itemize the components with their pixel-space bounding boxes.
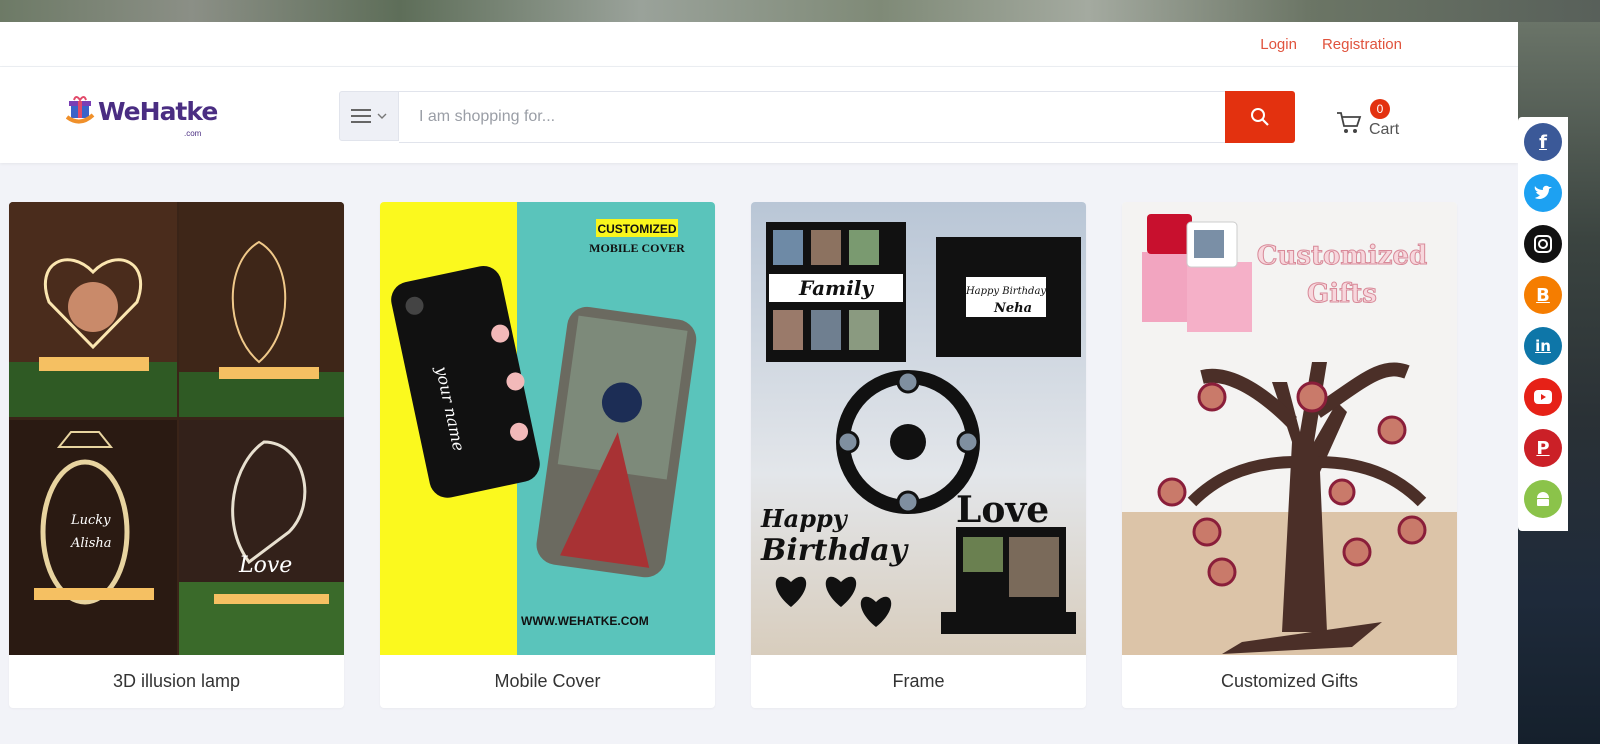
lamp-text-lucky: Lucky (70, 513, 111, 528)
youtube-icon[interactable] (1524, 378, 1562, 416)
logo[interactable]: WeHatke .com (66, 93, 218, 138)
login-link[interactable]: Login (1260, 36, 1297, 53)
instagram-glyph (1534, 235, 1552, 253)
brand-suffix: .com (184, 129, 202, 138)
category-label: Mobile Cover (494, 671, 601, 691)
registration-link[interactable]: Registration (1322, 36, 1402, 53)
social-sidebar: f B in P (1518, 117, 1568, 531)
category-card-frame[interactable]: Family Happy Birthday Neha Happy Birthda… (751, 202, 1086, 708)
category-label: 3D illusion lamp (112, 671, 241, 691)
category-label: Customized Gifts (1220, 671, 1359, 691)
youtube-play-glyph (1534, 390, 1552, 404)
frame-text-love: Love (956, 489, 1049, 531)
android-glyph (1537, 492, 1549, 506)
category-card-mobile-cover[interactable]: CUSTOMIZED MOBILE COVER your name WWW.WE… (380, 202, 715, 708)
customized-gifts-image: Customized Gifts (1122, 202, 1457, 655)
top-bar: Login Registration (0, 22, 1518, 67)
frame-text-birthday: Birthday (760, 533, 910, 568)
chevron-down-icon (377, 113, 387, 119)
background-strip-top (0, 0, 1600, 22)
brand-name: WeHatke (98, 96, 218, 126)
category-label: Frame (892, 671, 945, 691)
twitter-icon[interactable] (1524, 174, 1562, 212)
mobile-cover-image: CUSTOMIZED MOBILE COVER your name WWW.WE… (380, 202, 715, 655)
cart-icon (1337, 112, 1362, 133)
mobile-text-url: WWW.WEHATKE.COM (521, 614, 649, 628)
search-icon (1251, 108, 1269, 126)
frame-text-happy: Happy (760, 504, 849, 533)
lamp-text-alisha: Alisha (70, 536, 112, 551)
twitter-bird-glyph (1534, 185, 1552, 199)
facebook-icon[interactable]: f (1524, 123, 1562, 161)
cart-count-badge: 0 (1370, 99, 1390, 119)
category-menu-button[interactable] (339, 91, 399, 141)
header: WeHatke .com 0 (0, 67, 1518, 163)
gift-logo-icon (66, 96, 95, 124)
cart-button[interactable]: 0 Cart (1336, 95, 1416, 139)
gifts-text-customized: Customized (1257, 241, 1427, 271)
android-icon[interactable] (1524, 480, 1562, 518)
category-card-3d-illusion-lamp[interactable]: Lucky Alisha Love 3D illusion lamp (9, 202, 344, 708)
cart-label: Cart (1369, 121, 1400, 138)
blogger-icon[interactable]: B (1524, 276, 1562, 314)
page: Login Registration WeHatke .com I am sho… (0, 22, 1518, 744)
category-card-customized-gifts[interactable]: Customized Gifts Customized Gifts (1122, 202, 1457, 708)
mobile-text-customized: CUSTOMIZED (597, 222, 676, 236)
frame-text-happy-birthday: Happy Birthday (965, 286, 1046, 297)
pinterest-icon[interactable]: P (1524, 429, 1562, 467)
mobile-text-mobile-cover: MOBILE COVER (589, 241, 685, 255)
search-input[interactable] (399, 91, 1226, 143)
frame-image: Family Happy Birthday Neha Happy Birthda… (751, 202, 1086, 655)
hamburger-icon (351, 109, 371, 123)
linkedin-icon[interactable]: in (1524, 327, 1562, 365)
lamp-text-love: Love (238, 553, 292, 578)
search-button[interactable] (1225, 91, 1295, 143)
gifts-text-gifts: Gifts (1307, 279, 1377, 309)
instagram-icon[interactable] (1524, 225, 1562, 263)
frame-text-neha: Neha (993, 301, 1032, 316)
3d-lamp-image: Lucky Alisha Love (9, 202, 344, 655)
frame-text-family: Family (798, 276, 874, 300)
